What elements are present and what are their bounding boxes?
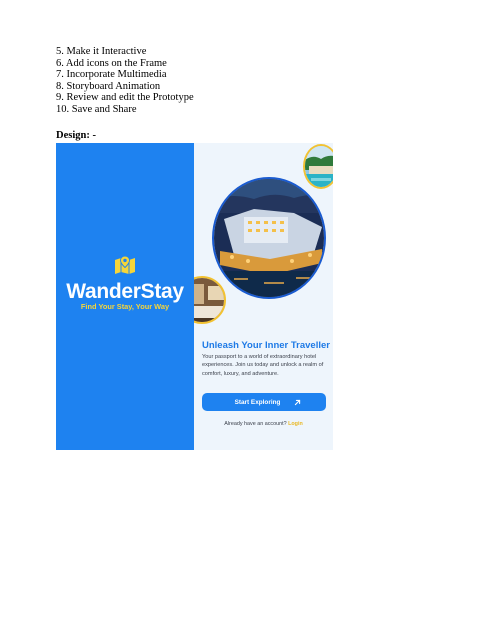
splash-screen: WanderStay Find Your Stay, Your Way	[56, 143, 194, 450]
arrow-up-right-icon	[295, 399, 301, 405]
account-prompt: Already have an account?	[224, 421, 287, 427]
step-item: 9. Review and edit the Prototype	[56, 92, 194, 104]
brand-name: WanderStay	[66, 280, 184, 303]
step-item: 6. Add icons on the Frame	[56, 57, 167, 69]
step-item: 5. Make it Interactive	[56, 46, 147, 57]
onboarding-description: Your passport to a world of extraordinar…	[202, 354, 324, 377]
step-item: 7. Incorporate Multimedia	[56, 69, 167, 81]
brand-tagline: Find Your Stay, Your Way	[80, 302, 170, 311]
start-exploring-button[interactable]: Start Exploring	[202, 393, 326, 411]
onboarding-title: Unleash Your Inner Traveller	[202, 340, 330, 351]
step-item: 10. Save and Share	[56, 103, 137, 115]
account-prompt-line: Already have an account? Login	[194, 421, 333, 427]
hotel-night-photo	[212, 177, 326, 299]
design-heading: Design: -	[56, 130, 96, 141]
step-item: 8. Storyboard Animation	[56, 80, 161, 92]
steps-list: 5. Make it Interactive 6. Add icons on t…	[56, 46, 194, 116]
login-link[interactable]: Login	[288, 421, 303, 427]
resort-pool-photo	[303, 144, 333, 189]
start-exploring-label: Start Exploring	[234, 398, 281, 406]
map-pin-icon	[115, 255, 135, 274]
onboarding-screen: Unleash Your Inner Traveller Your passpo…	[194, 143, 333, 450]
hotel-room-photo	[194, 276, 226, 324]
